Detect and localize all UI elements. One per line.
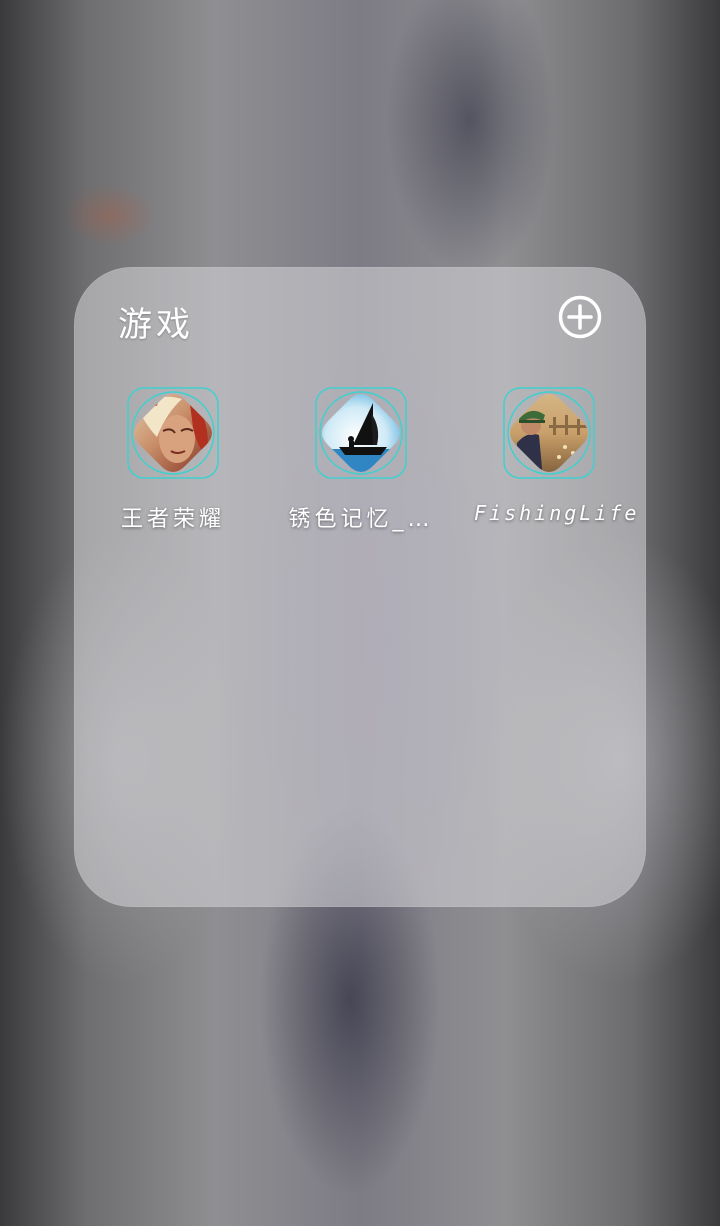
rusty-memory-icon <box>315 387 407 479</box>
app-fishing-life[interactable]: FishingLife <box>474 387 640 525</box>
app-label: 王者荣耀 <box>120 507 225 532</box>
app-label: FishingLife <box>474 501 640 525</box>
app-icon-frame <box>503 387 595 479</box>
app-rusty-memory[interactable]: 锈色记忆_… <box>286 387 436 533</box>
honor-of-kings-icon <box>127 387 219 479</box>
app-honor-of-kings[interactable]: 王者荣耀 <box>98 387 248 533</box>
folder-title[interactable]: 游戏 <box>118 297 194 346</box>
plus-circle-icon <box>558 295 602 339</box>
app-label: 锈色记忆_… <box>288 507 434 532</box>
app-icon-frame <box>315 387 407 479</box>
add-app-button[interactable] <box>558 295 602 339</box>
app-folder: 游戏 王者荣耀 锈色记忆_… FishingLife <box>74 267 646 907</box>
app-icon-frame <box>127 387 219 479</box>
fishing-life-icon <box>503 387 595 479</box>
